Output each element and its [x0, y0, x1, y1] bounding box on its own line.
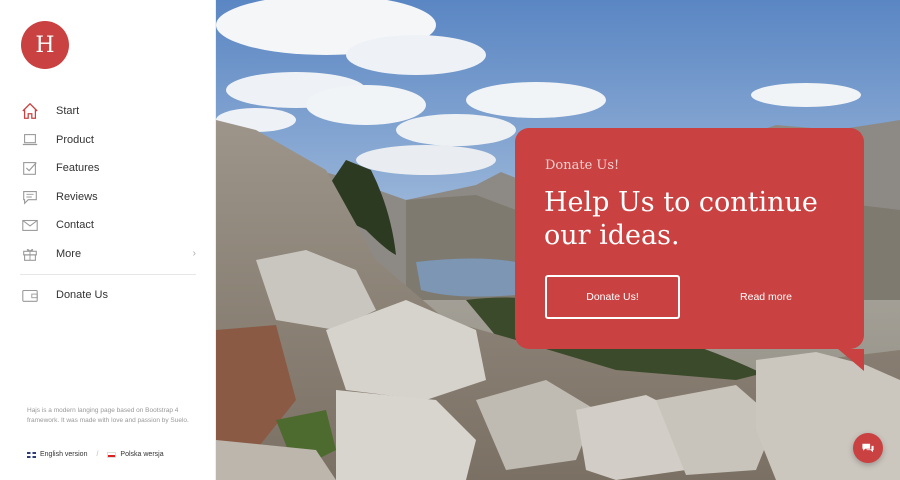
nav-item-label: Reviews	[56, 190, 98, 203]
nav-item-label: More	[56, 247, 82, 260]
envelope-icon	[20, 215, 40, 235]
chevron-right-icon: ›	[192, 248, 196, 260]
logo[interactable]: H	[21, 21, 69, 69]
uk-flag-icon	[27, 451, 36, 458]
separator: /	[96, 451, 99, 458]
read-more-link[interactable]: Read more	[720, 275, 812, 319]
secondary-nav: Donate Us	[20, 281, 196, 309]
wallet-icon	[20, 285, 40, 305]
donate-card: Donate Us! Help Us to continue our ideas…	[515, 128, 864, 371]
checklist-icon	[20, 158, 40, 178]
donate-button[interactable]: Donate Us!	[545, 275, 680, 319]
nav-item-features[interactable]: Features	[20, 154, 196, 183]
nav-item-label: Start	[56, 105, 80, 118]
language-polish[interactable]: Polska wersja	[120, 451, 163, 458]
sidebar: H Start Product Features Reviews Contact…	[0, 0, 216, 480]
main-nav: Start Product Features Reviews Contact M…	[20, 97, 196, 268]
card-headline: Help Us to continue our ideas.	[544, 187, 818, 251]
nav-item-donate[interactable]: Donate Us	[20, 281, 196, 309]
nav-item-label: Product	[56, 133, 94, 146]
nav-item-reviews[interactable]: Reviews	[20, 183, 196, 212]
pl-flag-icon	[107, 451, 117, 458]
home-icon	[20, 101, 40, 121]
nav-item-label: Features	[56, 162, 100, 175]
nav-item-product[interactable]: Product	[20, 126, 196, 155]
chat-button[interactable]	[853, 433, 883, 463]
language-english[interactable]: English version	[40, 451, 87, 458]
nav-divider	[20, 274, 196, 275]
nav-item-label: Donate Us	[56, 289, 108, 301]
about-text: Hajs is a modern langing page based on B…	[27, 407, 189, 424]
nav-item-more[interactable]: More ›	[20, 240, 196, 269]
chat-icon	[862, 443, 874, 453]
card-eyebrow: Donate Us!	[545, 158, 620, 173]
laptop-icon	[20, 130, 40, 150]
nav-item-contact[interactable]: Contact	[20, 211, 196, 240]
nav-item-label: Contact	[56, 219, 94, 232]
gift-icon	[20, 244, 40, 264]
nav-item-start[interactable]: Start	[20, 97, 196, 126]
language-switcher: English version / Polska wersja	[27, 451, 164, 458]
chat-bubble-icon	[20, 187, 40, 207]
